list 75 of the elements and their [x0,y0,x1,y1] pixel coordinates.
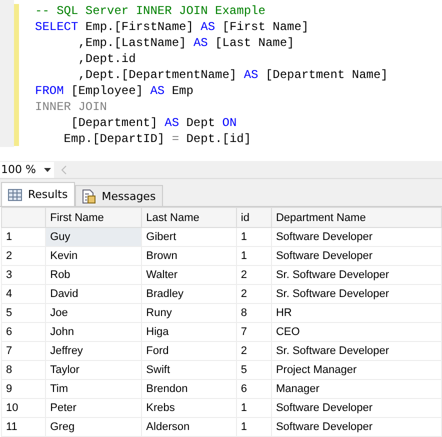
table-cell: Gibert [142,228,236,246]
table-cell: Ford [142,342,236,360]
row-number: 3 [2,266,46,284]
table-cell: 2 [236,266,272,284]
table-cell: Tim [46,380,142,398]
table-cell: CEO [271,322,442,342]
scroll-left-icon[interactable] [60,164,68,175]
document-icon [82,188,96,204]
table-cell: 2 [236,342,272,360]
table-cell: Swift [142,360,236,380]
table-cell: Sr. Software Developer [271,266,442,284]
table-cell: Krebs [142,398,236,418]
code-line: [Department] AS Dept ON [70,115,237,131]
table-cell: Project Manager [271,360,442,380]
row-number: 7 [2,342,46,360]
table-cell: Brendon [142,380,236,398]
table-cell: Greg [46,418,142,436]
table-cell: 6 [236,380,272,398]
row-number: 4 [2,284,46,304]
table-cell: 1 [236,418,272,436]
code-line: FROM [Employee] AS Emp [35,83,194,99]
zoom-dropdown[interactable]: 100 % [0,162,54,178]
table-cell: 1 [236,398,272,418]
table-cell: Sr. Software Developer [271,284,442,304]
table-cell: Manager [271,380,442,398]
table-cell: Peter [46,398,142,418]
table-cell: Jeffrey [46,342,142,360]
caret-icon [44,168,51,172]
table-cell: Joe [46,304,142,322]
row-number: 2 [2,246,46,266]
row-number: 1 [2,228,46,246]
table-cell: Software Developer [271,398,442,418]
code-line: ,Emp.[LastName] AS [Last Name] [77,35,294,51]
row-number: 6 [2,322,46,342]
column-header[interactable]: id [236,208,272,228]
table-cell: Brown [142,246,236,266]
column-header[interactable]: Last Name [142,208,236,228]
results-tab[interactable]: Results [1,182,75,206]
table-cell: 8 [236,304,272,322]
table-cell: Runy [142,304,236,322]
row-number: 5 [2,304,46,322]
code-line: SELECT Emp.[FirstName] AS [First Name] [35,19,309,35]
code-line: -- SQL Server INNER JOIN Example [35,3,266,19]
table-cell: Rob [46,266,142,284]
table-cell: Walter [142,266,236,284]
table-cell: 7 [236,322,272,342]
code-line: INNER JOIN [35,99,108,115]
table-cell: 1 [236,246,272,266]
table-cell: Software Developer [271,246,442,266]
results-tab[interactable]: Messages [74,185,163,206]
code-line: ,Dept.id [77,51,136,67]
table-cell: 5 [236,360,272,380]
table-cell: Software Developer [271,418,442,436]
table-cell: Sr. Software Developer [271,342,442,360]
table-cell: Alderson [142,418,236,436]
table-cell: Bradley [142,284,236,304]
table-cell: John [46,322,142,342]
row-number: 10 [2,398,46,418]
table-cell: HR [271,304,442,322]
column-header[interactable]: First Name [46,208,142,228]
table-cell: Taylor [46,360,142,380]
table-cell: 1 [236,228,272,246]
table-cell: Guy [46,228,142,246]
table-cell: David [46,284,142,304]
table-cell: Kevin [46,246,142,266]
row-number: 11 [2,418,46,436]
grid-icon [8,188,22,200]
column-header[interactable]: Department Name [271,208,442,228]
table-cell: Higa [142,322,236,342]
table-cell: 2 [236,284,272,304]
row-number: 8 [2,360,46,380]
row-number: 9 [2,380,46,398]
table-cell: Software Developer [271,228,442,246]
code-line: ,Dept.[DepartmentName] AS [Department Name] [77,67,388,83]
code-line: Emp.[DepartID] = Dept.[id] [62,131,252,147]
